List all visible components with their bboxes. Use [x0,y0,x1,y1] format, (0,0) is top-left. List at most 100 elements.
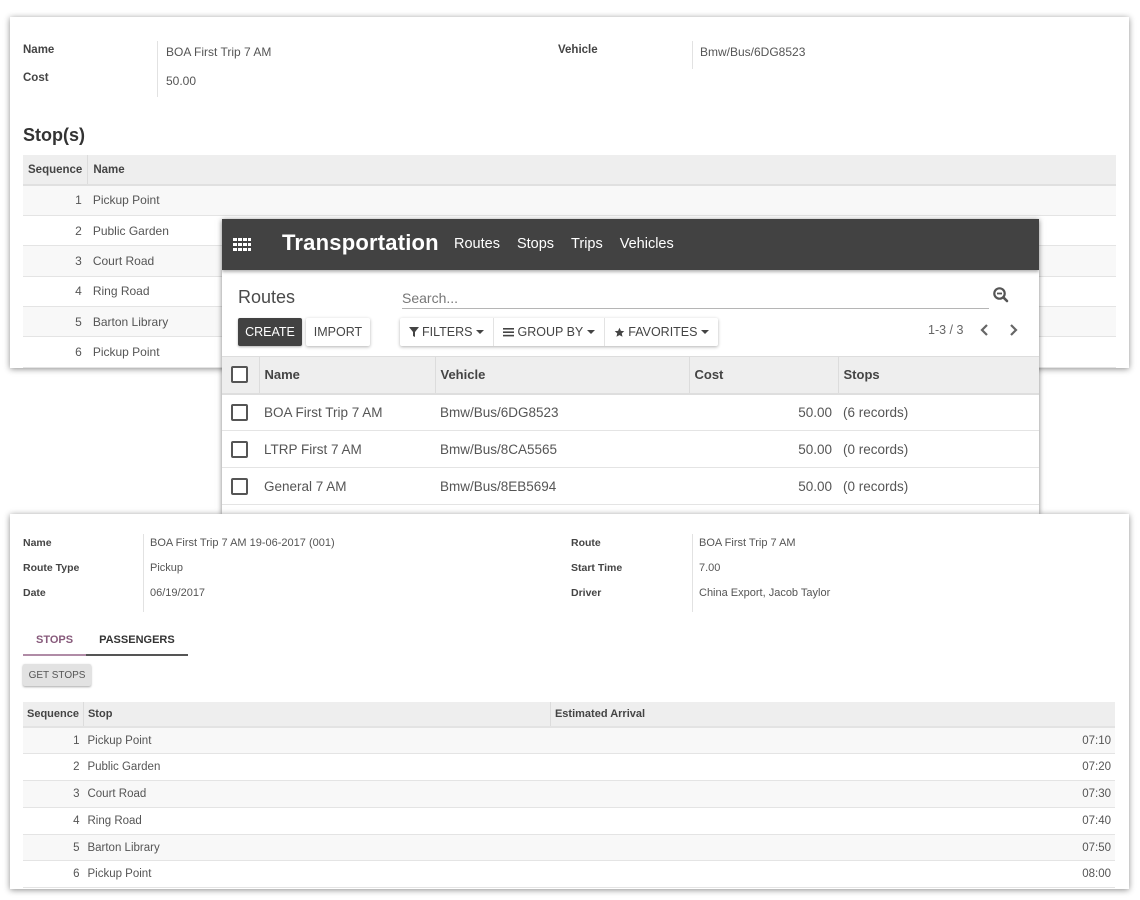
apps-grid-icon[interactable] [233,238,251,251]
menu-item-routes[interactable]: Routes [454,236,500,252]
cell-sequence: 2 [23,215,88,245]
field-value-route[interactable]: BOA First Trip 7 AM [699,537,796,549]
filter-icon [409,327,419,337]
chevron-right-icon[interactable] [1006,322,1020,338]
select-all-checkbox[interactable] [231,366,248,383]
field-value-date[interactable]: 06/19/2017 [150,587,205,599]
trip-stops-table: Sequence Stop Estimated Arrival 1Pickup … [23,702,1115,888]
field-value-route-type[interactable]: Pickup [150,562,183,574]
table-header-row: Sequence Stop Estimated Arrival [23,702,1115,727]
bars-icon [503,327,514,337]
row-checkbox[interactable] [231,478,248,495]
table-row[interactable]: 4Ring Road07:40 [23,807,1115,834]
cell-sequence: 6 [23,337,88,367]
section-title-stops: Stop(s) [23,125,85,146]
field-label-driver: Driver [571,587,601,599]
field-value-cost[interactable]: 50.00 [166,74,196,88]
column-header-cost[interactable]: Cost [689,357,838,394]
search-input[interactable] [402,287,989,309]
field-value-start-time[interactable]: 7.00 [699,562,720,574]
menu-item-trips[interactable]: Trips [571,236,603,252]
group-by-dropdown[interactable]: GROUP BY [494,318,605,346]
field-label-start-time: Start Time [571,562,622,574]
star-icon [614,327,625,338]
table-row[interactable]: LTRP First 7 AM Bmw/Bus/8CA5565 50.00 (0… [222,431,1039,468]
favorites-label: FAVORITES [628,325,697,339]
column-header-stops[interactable]: Stops [838,357,1039,394]
tab-stops[interactable]: STOPS [23,630,86,656]
trip-form-panel: Name Route Type Date BOA First Trip 7 AM… [10,514,1129,889]
cell-stop: Pickup Point [83,861,550,888]
field-label-name: Name [23,44,54,56]
field-label-vehicle: Vehicle [558,44,598,56]
get-stops-button[interactable]: GET STOPS [23,664,91,686]
column-header-vehicle[interactable]: Vehicle [435,357,689,394]
cell-stops: (0 records) [838,468,1039,505]
field-label-cost: Cost [23,72,49,84]
row-select-cell [222,468,259,505]
cell-vehicle: Bmw/Bus/6DG8523 [435,394,689,431]
create-button[interactable]: CREATE [238,318,302,346]
cell-vehicle: Bmw/Bus/8EB5694 [435,468,689,505]
row-checkbox[interactable] [231,441,248,458]
table-row[interactable]: 1Pickup Point07:10 [23,727,1115,754]
cell-stop: Ring Road [83,807,550,834]
column-header-sequence[interactable]: Sequence [23,702,83,727]
caret-down-icon [476,330,484,334]
cell-estimated-arrival: 07:20 [550,754,1115,781]
cell-sequence: 5 [23,834,83,861]
import-button[interactable]: IMPORT [306,318,370,346]
cell-estimated-arrival: 07:50 [550,834,1115,861]
chevron-left-icon[interactable] [978,322,992,338]
cell-sequence: 4 [23,276,88,306]
cell-stops: (0 records) [838,431,1039,468]
tab-passengers[interactable]: PASSENGERS [86,630,188,656]
field-separator [157,41,158,97]
search-icon[interactable] [992,286,1010,304]
cell-sequence: 3 [23,781,83,808]
column-header-name[interactable]: Name [88,155,1116,185]
cell-stop-name: Pickup Point [88,185,1116,215]
cell-name: BOA First Trip 7 AM [259,394,435,431]
table-row[interactable]: 3Court Road07:30 [23,781,1115,808]
top-menu: Routes Stops Trips Vehicles [454,236,691,252]
cell-cost: 50.00 [689,431,838,468]
column-header-sequence[interactable]: Sequence [23,155,88,185]
field-label-route-type: Route Type [23,562,79,574]
cell-stop: Public Garden [83,754,550,781]
column-header-stop[interactable]: Stop [83,702,550,727]
cell-stop: Court Road [83,781,550,808]
table-row[interactable]: 1Pickup Point [23,185,1116,215]
menu-item-vehicles[interactable]: Vehicles [620,236,674,252]
field-value-vehicle[interactable]: Bmw/Bus/6DG8523 [700,45,805,59]
row-select-cell [222,431,259,468]
cell-cost: 50.00 [689,394,838,431]
caret-down-icon [701,330,709,334]
column-header-name[interactable]: Name [259,357,435,394]
filters-dropdown[interactable]: FILTERS [400,318,494,346]
table-row[interactable]: General 7 AM Bmw/Bus/8EB5694 50.00 (0 re… [222,468,1039,505]
cell-name: General 7 AM [259,468,435,505]
table-row[interactable]: 5Barton Library07:50 [23,834,1115,861]
row-checkbox[interactable] [231,404,248,421]
cell-sequence: 4 [23,807,83,834]
field-value-name[interactable]: BOA First Trip 7 AM 19-06-2017 (001) [150,537,335,549]
field-value-name[interactable]: BOA First Trip 7 AM [166,45,271,59]
cell-sequence: 5 [23,307,88,337]
select-all-cell [222,357,259,394]
pager-value[interactable]: 1-3 / 3 [928,323,963,337]
column-header-estimated-arrival[interactable]: Estimated Arrival [550,702,1115,727]
table-row[interactable]: BOA First Trip 7 AM Bmw/Bus/6DG8523 50.0… [222,394,1039,431]
group-by-label: GROUP BY [517,325,583,339]
cell-estimated-arrival: 08:00 [550,861,1115,888]
table-row[interactable]: 2Public Garden07:20 [23,754,1115,781]
field-value-driver[interactable]: China Export, Jacob Taylor [699,587,830,599]
cell-stop: Barton Library [83,834,550,861]
page-title: Routes [238,287,295,308]
favorites-dropdown[interactable]: FAVORITES [605,318,718,346]
field-separator [692,41,693,69]
menu-item-stops[interactable]: Stops [517,236,554,252]
table-row[interactable]: 6Pickup Point08:00 [23,861,1115,888]
cell-name: LTRP First 7 AM [259,431,435,468]
row-select-cell [222,394,259,431]
